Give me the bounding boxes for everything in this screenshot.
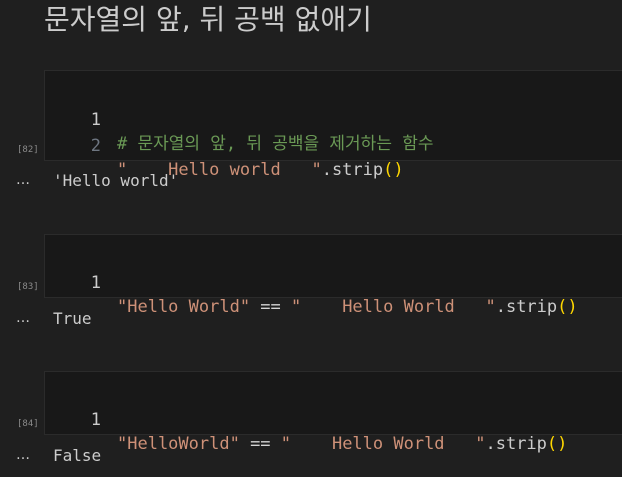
cell-output: … False [0, 444, 622, 474]
code-cell-84[interactable]: 1 "HelloWorld" == " Hello World ".strip(… [0, 371, 622, 471]
execution-count: [84] [17, 419, 39, 429]
output-more-icon[interactable]: … [16, 169, 31, 191]
code-line: 1 "HelloWorld" == " Hello World ".strip(… [45, 384, 621, 454]
line-source: # 문자열의 앞, 뒤 공백을 제거하는 함수 [117, 132, 433, 156]
output-text: False [53, 446, 102, 465]
code-editor[interactable]: 1 "Hello World" == " Hello World ".strip… [44, 234, 622, 317]
cell-output: … True [0, 307, 622, 337]
code-line: 2 " Hello world ".strip() [45, 110, 621, 180]
code-line: 1 # 문자열의 앞, 뒤 공백을 제거하는 함수 [45, 84, 621, 154]
comment-token: # 문자열의 앞, 뒤 공백을 제거하는 함수 [117, 134, 434, 154]
code-cell-83[interactable]: 1 "Hello World" == " Hello World ".strip… [0, 234, 622, 334]
execution-count: [82] [17, 145, 39, 155]
execution-count: [83] [17, 282, 39, 292]
markdown-heading: 문자열의 앞, 뒤 공백 없애기 [44, 3, 372, 36]
code-line: 1 "Hello World" == " Hello World ".strip… [45, 247, 621, 317]
code-cell-82[interactable]: 1 # 문자열의 앞, 뒤 공백을 제거하는 함수 2 " Hello worl… [0, 70, 622, 192]
output-more-icon[interactable]: … [16, 307, 31, 329]
code-editor[interactable]: 1 # 문자열의 앞, 뒤 공백을 제거하는 함수 2 " Hello worl… [44, 70, 622, 180]
cell-output: … 'Hello world' [0, 169, 622, 199]
output-more-icon[interactable]: … [16, 444, 31, 466]
line-number: 1 [90, 410, 101, 430]
code-editor[interactable]: 1 "HelloWorld" == " Hello World ".strip(… [44, 371, 622, 454]
markdown-cell[interactable]: 문자열의 앞, 뒤 공백 없애기 [0, 0, 622, 52]
output-text: 'Hello world' [53, 171, 179, 190]
line-number: 2 [90, 136, 101, 156]
line-number: 1 [90, 273, 101, 293]
output-text: True [53, 309, 92, 328]
